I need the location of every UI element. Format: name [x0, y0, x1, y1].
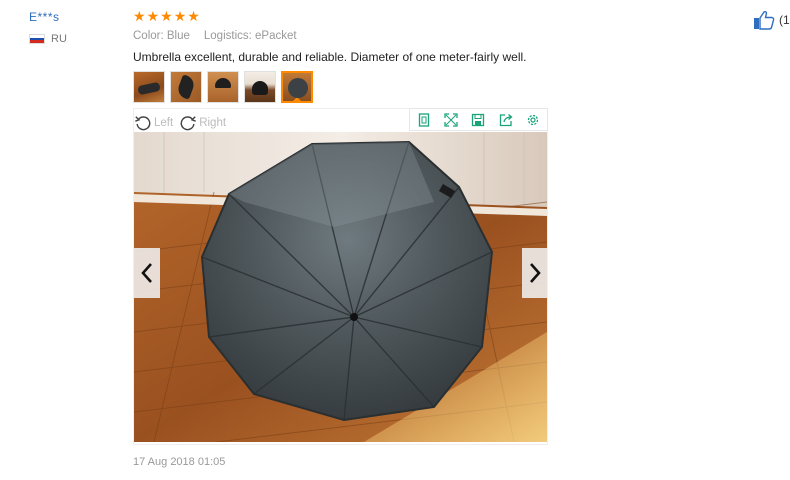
photo-thumbnail-4[interactable]: [244, 71, 276, 103]
fit-screen-icon: [418, 112, 429, 127]
rotate-right-button[interactable]: Right: [179, 114, 226, 132]
review-photo: [134, 132, 547, 442]
share-button[interactable]: [498, 112, 514, 128]
umbrella-photo-image: [134, 132, 547, 442]
helpful-count: (1: [779, 13, 790, 27]
star-rating: ★ ★ ★ ★ ★: [133, 9, 200, 23]
helpful-button[interactable]: (1: [753, 10, 790, 30]
photo-thumbnail-1[interactable]: [133, 71, 165, 103]
viewer-toolbar: [409, 108, 548, 131]
rotate-right-label: Right: [199, 117, 227, 129]
next-photo-button[interactable]: [522, 248, 548, 298]
rotate-left-icon: [135, 116, 151, 131]
fit-screen-button[interactable]: [416, 112, 432, 128]
star-icon: ★: [173, 8, 187, 24]
reviewer-country: RU: [29, 33, 67, 45]
settings-button[interactable]: [525, 112, 541, 128]
review-text: Umbrella excellent, durable and reliable…: [133, 50, 527, 64]
star-icon: ★: [146, 8, 160, 24]
share-icon: [499, 113, 513, 126]
fullscreen-icon: [444, 112, 458, 127]
russia-flag-icon: [29, 34, 45, 44]
chevron-right-icon: [530, 263, 541, 283]
star-icon: ★: [133, 8, 146, 24]
rotate-left-button[interactable]: Left: [134, 114, 173, 132]
star-icon: ★: [160, 8, 173, 24]
photo-thumbnail-5[interactable]: [281, 71, 313, 103]
photo-thumbnail-3[interactable]: [207, 71, 239, 103]
photo-thumbnails: [133, 71, 313, 103]
rotate-left-label: Left: [154, 117, 174, 129]
reviewer-name[interactable]: E***s: [29, 10, 60, 24]
previous-photo-button[interactable]: [134, 248, 160, 298]
star-icon: ★: [187, 8, 200, 24]
rotate-controls: Left Right: [134, 114, 226, 132]
review-date: 17 Aug 2018 01:05: [133, 456, 226, 468]
color-attribute: Color: Blue: [133, 30, 190, 42]
review-meta: Color: Blue Logistics: ePacket: [133, 30, 297, 42]
settings-icon: [528, 114, 539, 125]
save-button[interactable]: [470, 112, 486, 128]
rotate-right-icon: [180, 116, 197, 131]
chevron-left-icon: [141, 263, 152, 283]
save-icon: [472, 113, 485, 126]
thumbs-up-icon: [754, 10, 775, 30]
active-caret-icon: [292, 97, 302, 101]
country-code: RU: [51, 33, 67, 45]
photo-thumbnail-2[interactable]: [170, 71, 202, 103]
logistics-attribute: Logistics: ePacket: [203, 30, 297, 42]
fullscreen-button[interactable]: [443, 112, 459, 128]
